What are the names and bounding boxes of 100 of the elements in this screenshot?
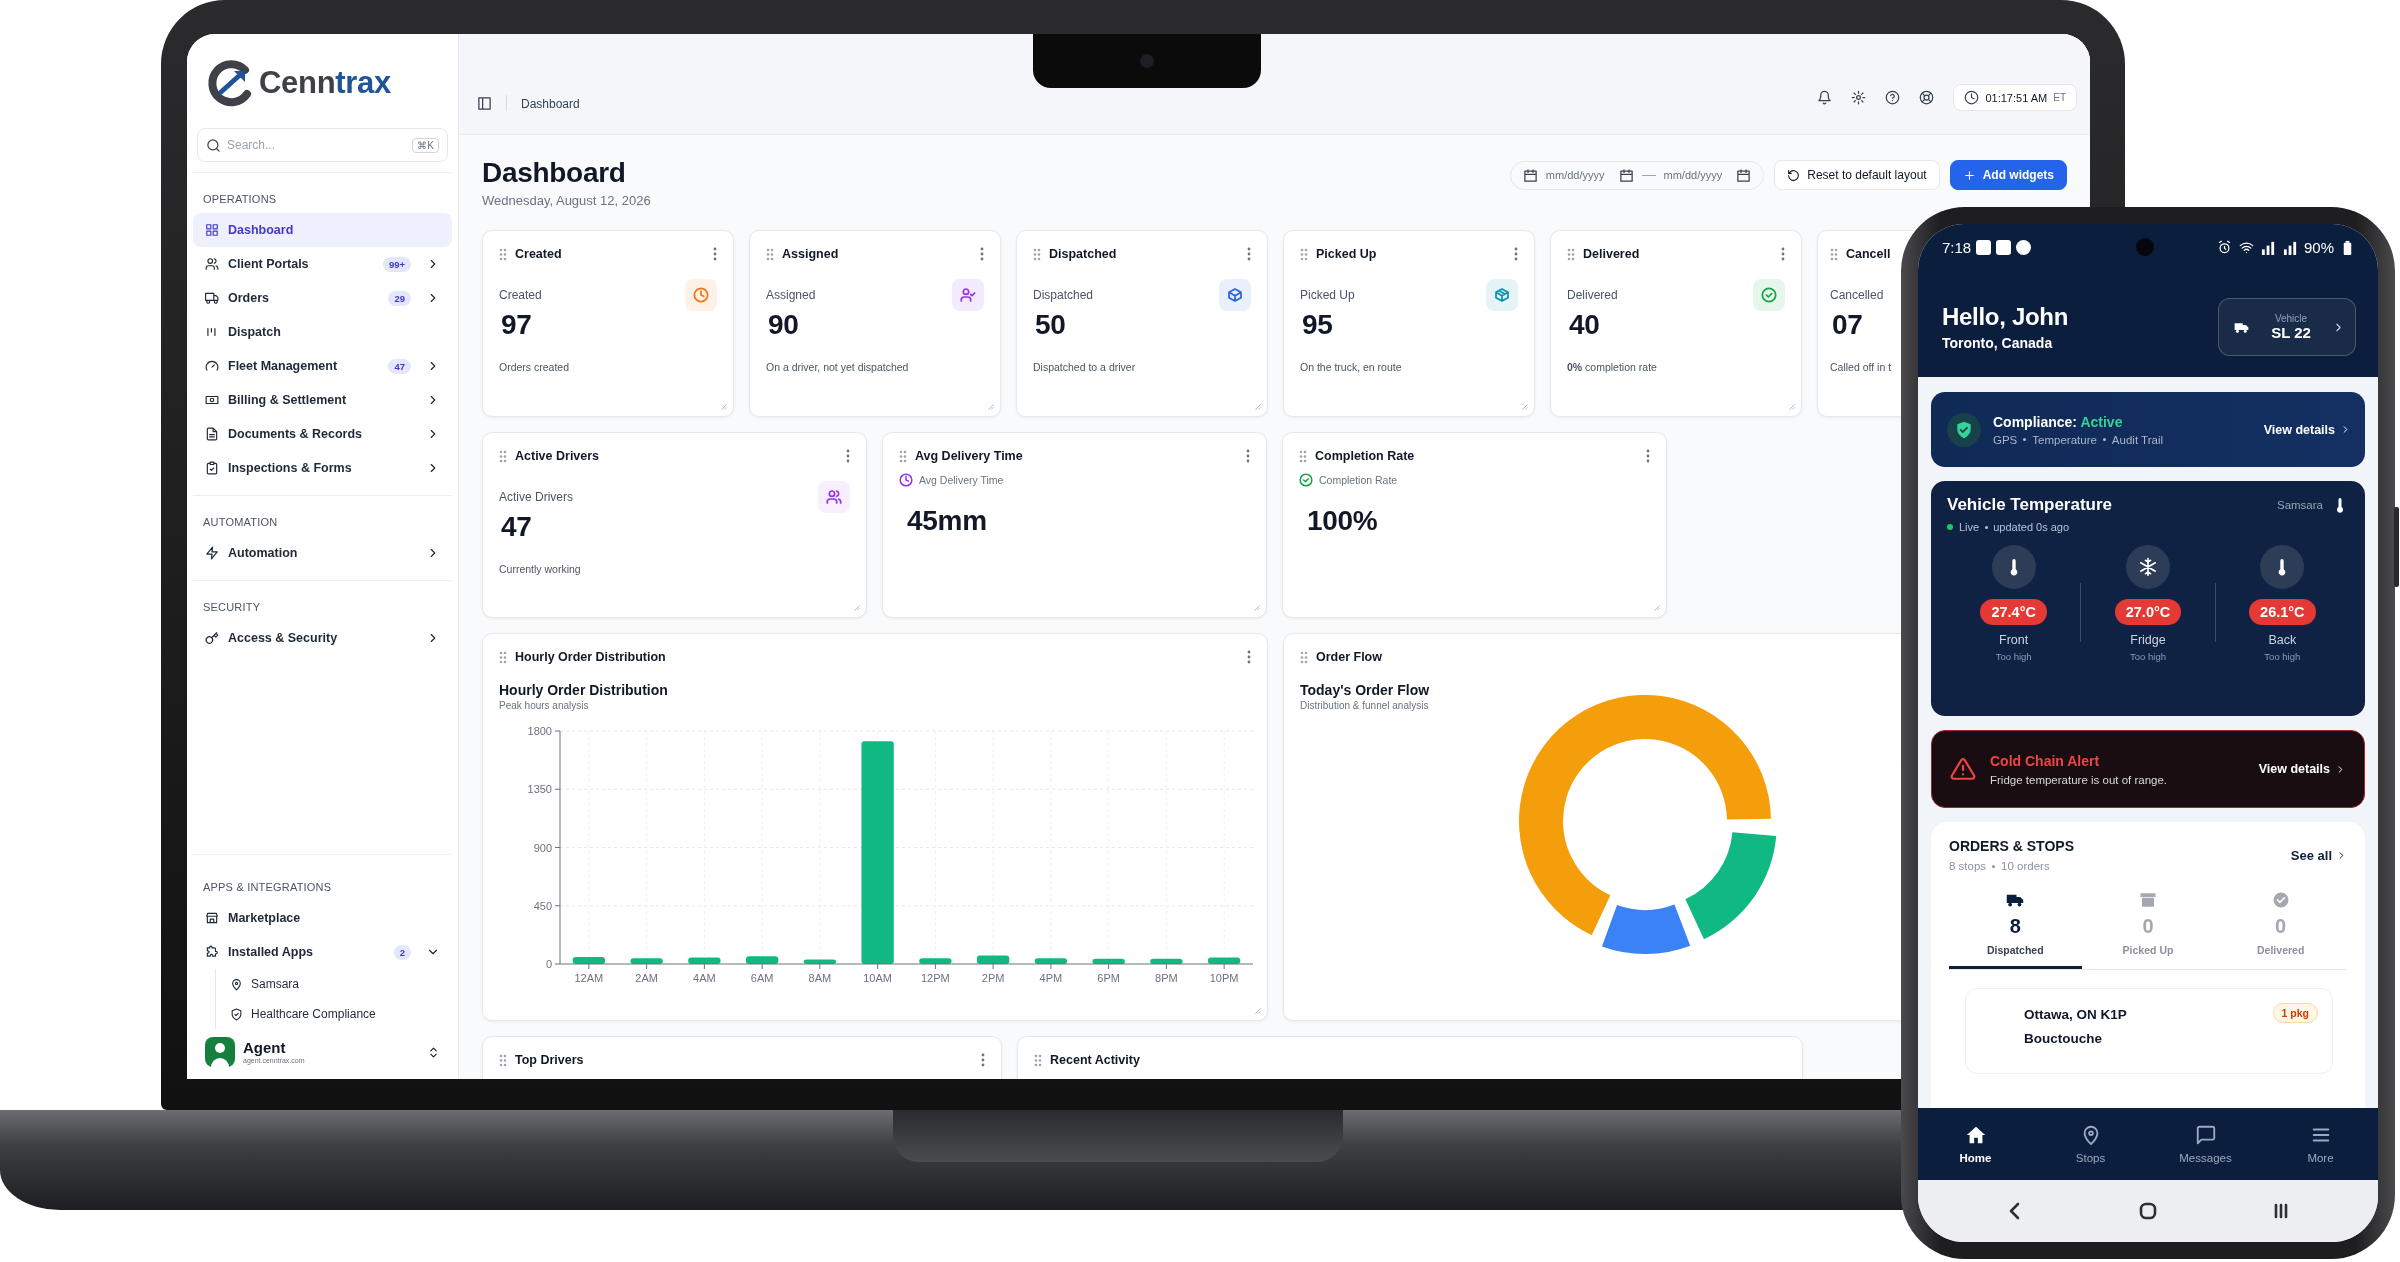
live-dot: [1947, 524, 1953, 530]
card-title: ORDERS & STOPS: [1949, 838, 2074, 854]
more-icon[interactable]: [1514, 247, 1518, 261]
drag-handle-icon[interactable]: [766, 247, 774, 261]
date-field[interactable]: mm/dd/yyyy: [1663, 167, 1752, 183]
lifebuoy-icon[interactable]: [1919, 90, 1935, 105]
bell-icon[interactable]: [1817, 90, 1833, 105]
nav-item[interactable]: Automation: [193, 536, 452, 570]
more-icon[interactable]: [713, 247, 717, 261]
nav-item[interactable]: Documents & Records: [193, 417, 452, 451]
drag-handle-icon[interactable]: [1300, 650, 1308, 664]
more-icon[interactable]: [846, 449, 850, 463]
drag-handle-icon[interactable]: [499, 449, 507, 463]
more-icon[interactable]: [1646, 449, 1650, 463]
axis-label: 450: [533, 899, 552, 912]
resize-handle-icon[interactable]: [718, 401, 727, 410]
shield-icon: [230, 1007, 243, 1021]
section-heading: APPS & INTEGRATIONS: [202, 880, 333, 895]
chart-bar: [919, 958, 952, 964]
nav-tab[interactable]: Messages: [2148, 1108, 2263, 1180]
chart-subtitle: Distribution & funnel analysis: [1300, 700, 1430, 711]
resize-handle-icon[interactable]: [1252, 401, 1261, 410]
chart-bar: [630, 958, 663, 964]
chart-bar: [976, 955, 1010, 964]
drag-handle-icon[interactable]: [1034, 1053, 1042, 1067]
settings-icon[interactable]: [1851, 90, 1867, 105]
view-details-link[interactable]: View details: [2263, 422, 2351, 437]
drag-handle-icon[interactable]: [1299, 449, 1307, 463]
temperature-reading: 26.1°C: [2249, 599, 2316, 625]
view-details-link[interactable]: View details: [2258, 762, 2346, 776]
lightning-icon: [205, 546, 219, 560]
drag-handle-icon[interactable]: [1567, 247, 1575, 261]
resize-handle-icon[interactable]: [1252, 1005, 1261, 1014]
chart-bar: [572, 956, 606, 964]
resize-handle-icon[interactable]: [1519, 401, 1528, 410]
drag-handle-icon[interactable]: [899, 449, 907, 463]
stat-value: 97: [501, 309, 532, 341]
resize-handle-icon[interactable]: [1651, 602, 1660, 611]
greeting: Hello, John: [1942, 303, 2069, 331]
drag-handle-icon[interactable]: [1300, 247, 1308, 261]
drag-handle-icon[interactable]: [499, 1053, 507, 1067]
axis-label: 8PM: [1155, 972, 1178, 984]
nav-item[interactable]: Dashboard: [193, 213, 452, 247]
nav-item[interactable]: Marketplace: [193, 901, 452, 935]
nav-item[interactable]: Installed Apps 2: [193, 935, 452, 969]
section-heading: SECURITY: [202, 600, 262, 615]
status-tab[interactable]: 8 Dispatched: [1949, 890, 2082, 969]
alert-message: Fridge temperature is out of range.: [1990, 773, 2168, 786]
nav-subitem[interactable]: Healthcare Compliance: [226, 999, 452, 1029]
nav-subitem[interactable]: Samsara: [226, 969, 452, 999]
see-all-link[interactable]: See all: [2290, 847, 2347, 863]
widget-title: Top Drivers: [515, 1053, 584, 1067]
more-icon[interactable]: [981, 1053, 985, 1067]
sidebar-toggle-icon[interactable]: [477, 96, 492, 111]
axis-label: 12AM: [574, 972, 604, 984]
banknote-icon: [205, 393, 219, 407]
signal-icon: [2281, 239, 2299, 255]
axis-label: 10PM: [1209, 972, 1239, 984]
drag-handle-icon[interactable]: [1830, 247, 1838, 261]
breadcrumb[interactable]: Dashboard: [521, 97, 580, 111]
clock-time: 01:17:51 AM: [1985, 91, 2048, 104]
nav-tab[interactable]: More: [2263, 1108, 2378, 1180]
resize-handle-icon[interactable]: [1786, 401, 1795, 410]
puzzle-icon: [205, 945, 219, 959]
drag-handle-icon[interactable]: [499, 650, 507, 664]
widget-title: Assigned: [782, 247, 839, 261]
date-field[interactable]: mm/dd/yyyy: [1545, 167, 1634, 183]
more-icon[interactable]: [980, 247, 984, 261]
nav-item[interactable]: Fleet Management 47: [193, 349, 452, 383]
nav-item[interactable]: Inspections & Forms: [193, 451, 452, 485]
resize-handle-icon[interactable]: [1251, 602, 1260, 611]
notification-icon: [2016, 239, 2032, 255]
nav-item[interactable]: Dispatch: [193, 315, 452, 349]
nav-item[interactable]: Access & Security: [193, 621, 452, 655]
drag-handle-icon[interactable]: [1033, 247, 1041, 261]
add-button[interactable]: Add widgets: [1949, 160, 2067, 190]
archive-icon: [2139, 891, 2157, 909]
search-field[interactable]: Search... ⌘K: [197, 128, 448, 162]
nav-item[interactable]: Orders 29: [193, 281, 452, 315]
stop-card[interactable]: Ottawa, ON K1P Bouctouche 1 pkg: [1965, 988, 2333, 1074]
nav-item[interactable]: Billing & Settlement: [193, 383, 452, 417]
zone-status: Too high: [2264, 651, 2301, 662]
orders-summary: 8 stops 10 orders: [1949, 860, 2051, 872]
help-icon[interactable]: [1885, 90, 1901, 105]
more-icon[interactable]: [1247, 247, 1251, 261]
temperature-reading: 27.0°C: [2114, 599, 2182, 625]
chevron-updown-icon[interactable]: [427, 1045, 440, 1059]
resize-handle-icon[interactable]: [985, 401, 994, 410]
drag-handle-icon[interactable]: [499, 247, 507, 261]
nav-item[interactable]: Client Portals 99+: [193, 247, 452, 281]
vehicle-button[interactable]: Vehicle SL 22: [2218, 298, 2356, 356]
more-icon[interactable]: [1246, 449, 1250, 463]
resize-handle-icon[interactable]: [851, 602, 860, 611]
reset-button[interactable]: Reset to default layout: [1774, 160, 1940, 190]
nav-tab[interactable]: Stops: [2033, 1108, 2148, 1180]
stat-label: Created: [499, 288, 542, 302]
axis-label: 8AM: [808, 972, 832, 984]
more-icon[interactable]: [1781, 247, 1785, 261]
nav-tab[interactable]: Home: [1918, 1108, 2033, 1180]
more-icon[interactable]: [1247, 650, 1251, 664]
